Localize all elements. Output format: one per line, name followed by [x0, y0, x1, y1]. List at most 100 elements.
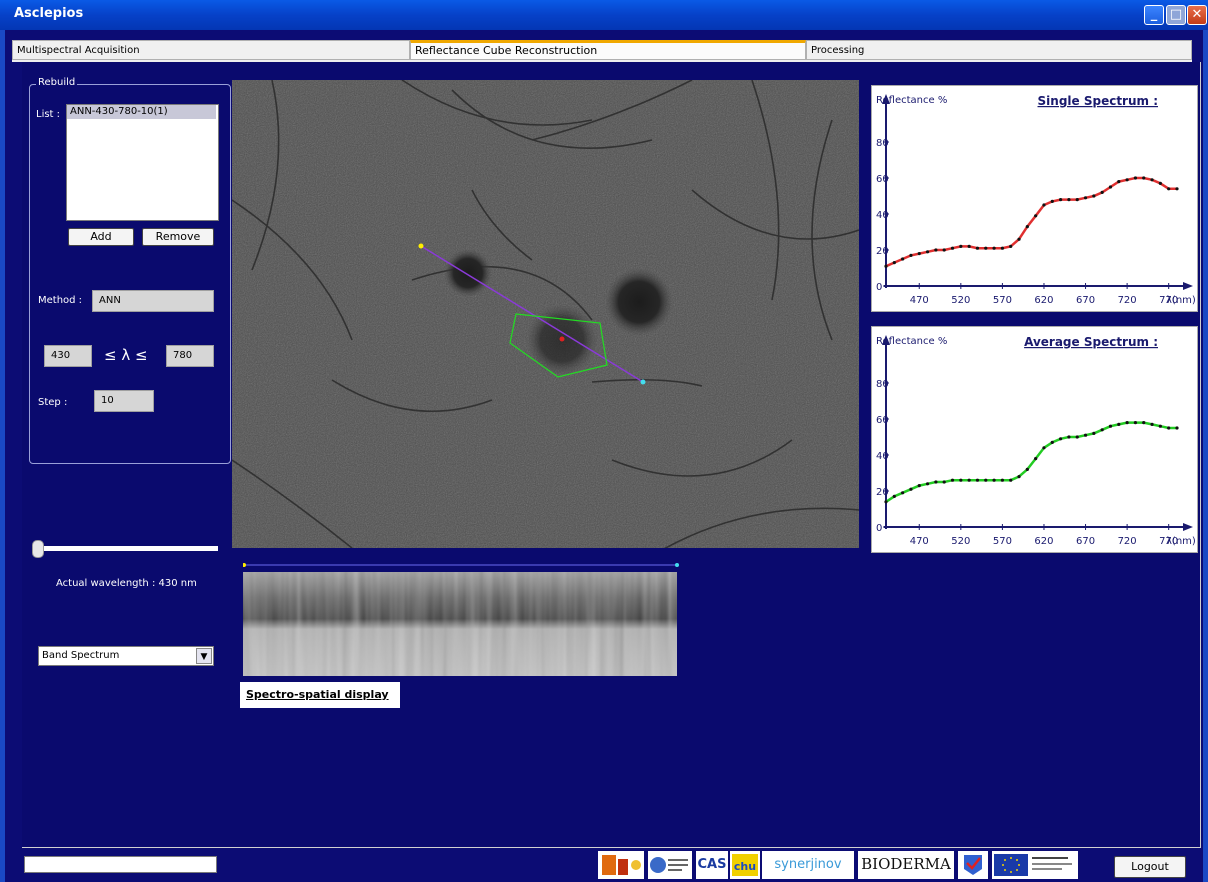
title-bar: Asclepios _ □ ✕ — [0, 0, 1208, 30]
data-point — [1025, 225, 1029, 229]
list-item[interactable]: ANN-430-780-10(1) — [67, 105, 216, 119]
x-tick-label: 670 — [1076, 536, 1095, 547]
x-axis-arrow — [1183, 282, 1193, 290]
data-point — [959, 478, 963, 482]
chart-title: Single Spectrum : — [1038, 94, 1158, 108]
remove-button[interactable]: Remove — [142, 228, 214, 246]
tab-bar: Multispectral Acquisition Reflectance Cu… — [12, 40, 1192, 62]
tab-multispectral-acquisition[interactable]: Multispectral Acquisition — [12, 40, 410, 60]
x-tick-label: 520 — [951, 536, 970, 547]
minimize-button[interactable]: _ — [1144, 5, 1164, 25]
window-border-right — [1203, 30, 1208, 882]
university-logo — [598, 851, 644, 879]
x-tick-label: 570 — [993, 536, 1012, 547]
window-border-left — [0, 30, 5, 882]
y-tick-label: 20 — [876, 487, 889, 498]
profile-end-point — [640, 379, 646, 385]
data-point — [1059, 198, 1063, 202]
data-point — [1117, 180, 1121, 184]
method-field[interactable]: ANN — [92, 290, 214, 312]
x-tick-label: 770 — [1159, 295, 1178, 306]
data-point — [975, 478, 980, 482]
x-axis-arrow — [1183, 523, 1193, 531]
spectro-spatial-caption: Spectro-spatial display — [240, 682, 400, 708]
data-point — [1092, 431, 1096, 435]
data-point — [1125, 178, 1129, 182]
window-title: Asclepios — [14, 6, 84, 21]
y-tick-label: 80 — [876, 379, 889, 390]
logout-button[interactable]: Logout — [1114, 856, 1186, 878]
data-point — [942, 480, 946, 484]
data-point — [959, 244, 963, 248]
rebuild-listbox[interactable] — [66, 104, 219, 221]
average-spectrum-plot: Average Spectrum :Reflectance %λ(nm)0204… — [876, 335, 1196, 547]
y-tick-label: 80 — [876, 138, 889, 149]
list-label: List : — [36, 109, 61, 120]
display-mode-select[interactable]: Band Spectrum — [38, 646, 214, 666]
minimize-icon: _ — [1150, 7, 1158, 22]
data-point — [1150, 422, 1154, 426]
roi-center-point — [559, 336, 565, 342]
data-point — [1175, 426, 1179, 430]
lambda-max-field[interactable]: 780 — [166, 345, 214, 367]
data-point — [1050, 440, 1054, 444]
data-point — [1009, 478, 1013, 482]
data-point — [967, 244, 971, 248]
data-point — [884, 500, 888, 504]
maximize-icon: □ — [1169, 7, 1183, 22]
data-point — [1167, 426, 1171, 430]
chart-title: Average Spectrum : — [1024, 335, 1158, 349]
single-spectrum-plot: Single Spectrum :Reflectance %λ(nm)02040… — [876, 94, 1196, 306]
actual-wavelength-label: Actual wavelength : 430 nm — [56, 578, 197, 589]
data-point — [1100, 190, 1104, 194]
data-point — [1133, 421, 1138, 425]
chu-logo: chu — [730, 851, 760, 879]
single-spectrum-chart: Single Spectrum : Reflectance % λ(nm) 0 20 40… — [871, 85, 1198, 312]
rebuild-legend: Rebuild — [36, 77, 78, 88]
data-point — [1083, 196, 1088, 200]
data-point — [1000, 246, 1004, 250]
data-point — [1042, 446, 1046, 450]
spectro-spatial-view — [243, 572, 677, 676]
tab-processing[interactable]: Processing — [806, 40, 1192, 60]
status-field[interactable] — [24, 856, 217, 873]
spectro-spatial-image[interactable] — [243, 572, 677, 676]
data-point — [1092, 194, 1096, 198]
x-tick-label: 770 — [1159, 536, 1178, 547]
data-point — [925, 250, 930, 254]
data-point — [1067, 198, 1071, 202]
step-field[interactable]: 10 — [94, 390, 154, 412]
x-tick-label: 720 — [1118, 536, 1137, 547]
step-label: Step : — [38, 397, 68, 408]
data-point — [1017, 237, 1021, 241]
data-point — [1017, 475, 1021, 479]
data-point — [1075, 435, 1079, 439]
data-point — [1125, 421, 1129, 425]
add-button[interactable]: Add — [68, 228, 134, 246]
data-point — [984, 478, 988, 482]
data-point — [1034, 457, 1038, 461]
wavelength-slider-track[interactable] — [36, 546, 218, 551]
y-tick-label: 40 — [876, 210, 889, 221]
y-axis-label: Reflectance % — [876, 95, 947, 106]
tab-reflectance-cube-reconstruction[interactable]: Reflectance Cube Reconstruction — [410, 40, 806, 60]
close-button[interactable]: ✕ — [1187, 5, 1207, 25]
data-point — [909, 253, 913, 257]
chevron-down-icon[interactable]: ▼ — [196, 648, 212, 664]
data-point — [1067, 435, 1071, 439]
wavelength-slider-thumb[interactable] — [32, 540, 44, 558]
data-point — [1158, 181, 1162, 185]
data-point — [925, 482, 930, 486]
y-axis-label: Reflectance % — [876, 336, 947, 347]
multispectral-image[interactable] — [232, 80, 859, 548]
lambda-min-field[interactable]: 430 — [44, 345, 92, 367]
eu-logo — [992, 851, 1078, 879]
maximize-button[interactable]: □ — [1166, 5, 1186, 25]
data-point — [1167, 187, 1171, 191]
data-point — [950, 246, 955, 250]
series-line — [885, 176, 1177, 268]
data-point — [884, 264, 888, 268]
data-point — [1142, 421, 1146, 425]
data-point — [901, 257, 905, 261]
data-point — [892, 261, 896, 265]
